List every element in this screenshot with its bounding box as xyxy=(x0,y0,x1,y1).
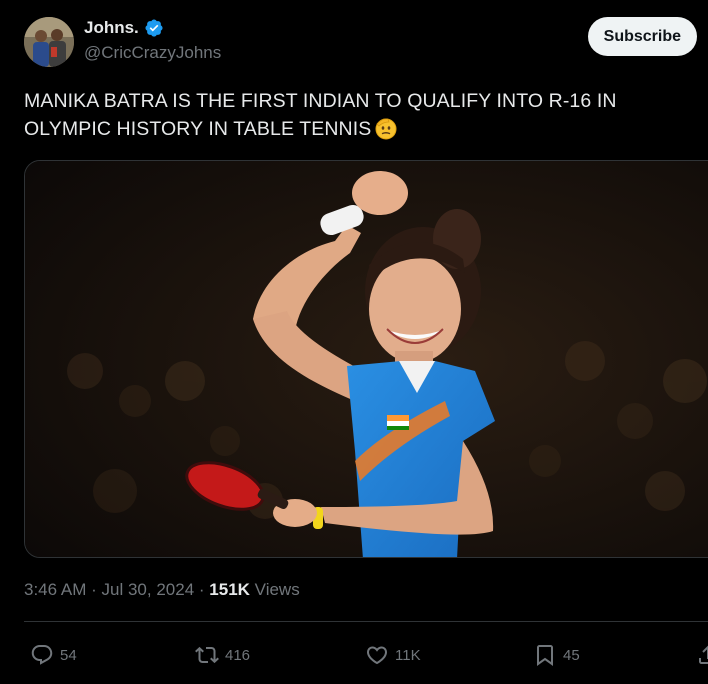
tweet: Johns. @CricCrazyJohns Subscribe MANIKA … xyxy=(0,0,708,684)
reply-count: 54 xyxy=(60,646,77,664)
reply-icon xyxy=(31,645,53,665)
bookmark-count: 45 xyxy=(563,646,580,664)
meta-separator: · xyxy=(91,580,97,599)
reply-button[interactable]: 54 xyxy=(30,640,77,670)
tweet-meta: 3:46 AM · Jul 30, 2024 · 151K Views xyxy=(24,580,300,600)
like-button[interactable]: 11K xyxy=(365,640,421,670)
divider xyxy=(24,621,708,622)
meta-separator: · xyxy=(198,580,205,599)
repost-button[interactable]: 416 xyxy=(195,640,250,670)
athlete-celebrating-photo-icon xyxy=(25,161,708,557)
action-bar: 54 416 11K 45 xyxy=(0,640,708,670)
verified-badge-icon[interactable] xyxy=(144,18,164,38)
handle[interactable]: @CricCrazyJohns xyxy=(84,43,221,63)
share-button[interactable] xyxy=(696,640,708,670)
tweet-text: MANIKA BATRA IS THE FIRST INDIAN TO QUAL… xyxy=(24,87,664,143)
heart-icon xyxy=(366,646,388,665)
bookmark-button[interactable]: 45 xyxy=(533,640,580,670)
display-name[interactable]: Johns. xyxy=(84,18,139,38)
tweet-media[interactable] xyxy=(24,160,708,558)
subscribe-button[interactable]: Subscribe xyxy=(587,17,697,56)
like-count: 11K xyxy=(395,646,421,664)
repost-icon xyxy=(195,646,219,664)
tweet-time[interactable]: 3:46 AM xyxy=(24,580,86,599)
repost-count: 416 xyxy=(225,646,251,664)
views-count: 151K xyxy=(209,580,250,599)
display-name-row: Johns. xyxy=(84,18,221,38)
share-icon xyxy=(699,645,708,664)
views-label: Views xyxy=(254,580,300,599)
saluting-face-emoji-icon xyxy=(374,116,398,140)
tweet-date[interactable]: Jul 30, 2024 xyxy=(102,580,195,599)
bookmark-icon xyxy=(537,645,553,666)
profile-photo-icon xyxy=(24,17,74,67)
author-block: Johns. @CricCrazyJohns xyxy=(84,18,221,63)
tweet-text-content: MANIKA BATRA IS THE FIRST INDIAN TO QUAL… xyxy=(24,90,617,140)
avatar[interactable] xyxy=(24,17,74,67)
